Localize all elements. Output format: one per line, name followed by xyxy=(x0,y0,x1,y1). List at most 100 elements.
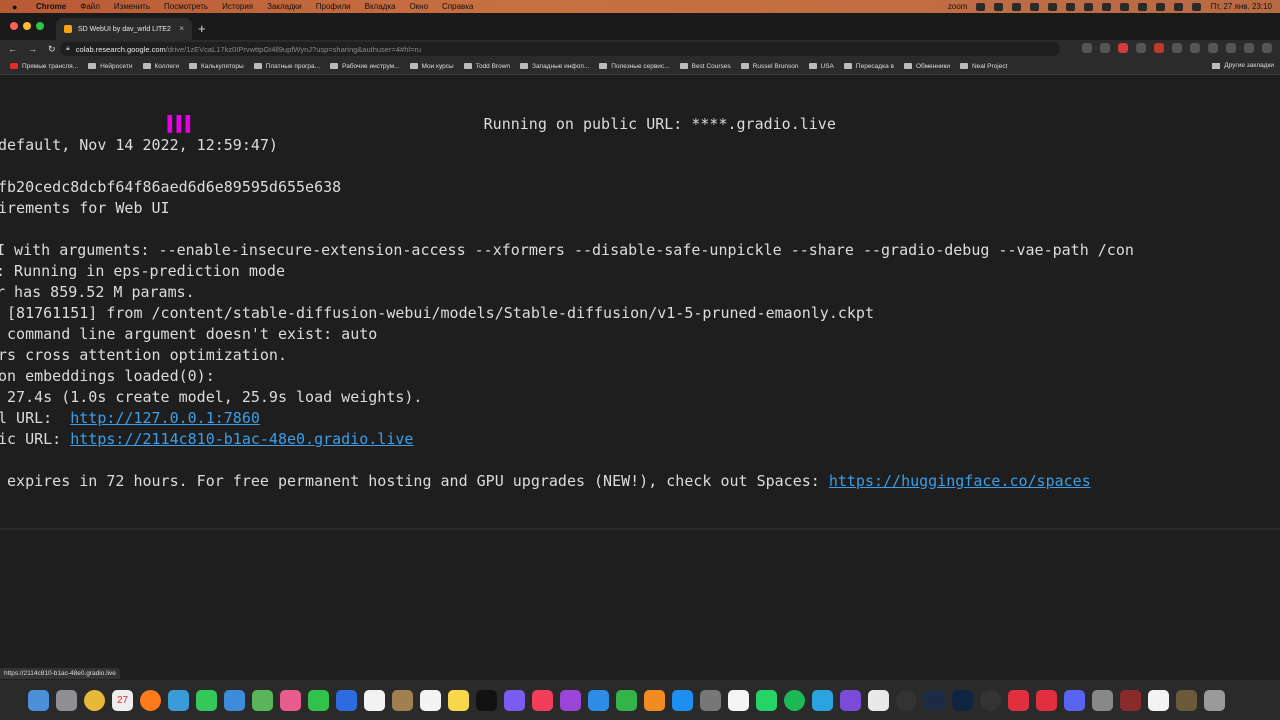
contacts-icon[interactable] xyxy=(392,689,413,711)
chatgpt-icon[interactable] xyxy=(1148,689,1169,711)
bookmark-folder[interactable]: Обменники xyxy=(903,63,950,70)
search-icon[interactable] xyxy=(1174,2,1184,11)
bookmark-folder[interactable]: Рабочие инструм... xyxy=(330,63,400,70)
menu-tab[interactable]: Вкладка xyxy=(365,2,396,11)
font-book-icon[interactable] xyxy=(1120,689,1141,711)
zoom-window-icon[interactable] xyxy=(36,22,44,30)
wifi-icon[interactable] xyxy=(1156,2,1166,11)
huggingface-spaces-link[interactable]: https://huggingface.co/spaces xyxy=(829,472,1091,490)
launchpad-icon[interactable] xyxy=(56,689,77,711)
script-editor-icon[interactable] xyxy=(868,689,889,711)
address-bar[interactable]: 🔒︎ colab.research.google.com /drive/1zEV… xyxy=(60,42,1060,56)
close-window-icon[interactable] xyxy=(10,22,18,30)
browser-tab-active[interactable]: SD WebUI by dav_wrld LITE2 × xyxy=(56,18,192,40)
status-icon[interactable] xyxy=(1138,2,1148,11)
podcasts-icon[interactable] xyxy=(560,689,581,711)
bookmark-folder[interactable]: Коллеги xyxy=(142,63,179,70)
numbers-icon[interactable] xyxy=(616,689,637,711)
bookmark-folder[interactable]: Neal Project xyxy=(959,63,1007,70)
app-store-icon[interactable] xyxy=(672,689,693,711)
bookmark-folder[interactable]: Best Courses xyxy=(679,63,731,70)
obsidian-icon[interactable] xyxy=(840,689,861,711)
menu-history[interactable]: История xyxy=(222,2,253,11)
extension-icon[interactable] xyxy=(1172,43,1182,53)
telegram-icon[interactable] xyxy=(812,689,833,711)
zoom-icon[interactable] xyxy=(336,689,357,711)
spotify-icon[interactable] xyxy=(784,689,805,711)
bookmark-folder[interactable]: Западные инфоп... xyxy=(520,63,589,70)
reminders-icon[interactable] xyxy=(420,689,441,711)
extension-icon[interactable] xyxy=(1154,43,1164,53)
calendar-icon[interactable]: 27 xyxy=(112,689,133,711)
app-icon[interactable] xyxy=(1036,689,1057,711)
calendar-app-icon[interactable] xyxy=(364,689,385,711)
status-icon[interactable] xyxy=(976,2,986,11)
finder-icon[interactable] xyxy=(28,689,49,711)
keynote-icon[interactable] xyxy=(588,689,609,711)
bookmark-item[interactable]: Прямые трансля... xyxy=(10,63,78,70)
share-icon[interactable] xyxy=(1082,43,1092,53)
status-icon[interactable] xyxy=(1120,2,1130,11)
discord-icon[interactable] xyxy=(1064,689,1085,711)
public-url-link[interactable]: https://2114c810-b1ac-48e0.gradio.live xyxy=(70,430,413,448)
status-icon[interactable] xyxy=(1066,2,1076,11)
status-icon[interactable] xyxy=(1012,2,1022,11)
menu-bookmarks[interactable]: Закладки xyxy=(267,2,302,11)
menu-file[interactable]: Файл xyxy=(80,2,100,11)
lightroom-icon[interactable] xyxy=(924,689,945,711)
notion-icon[interactable] xyxy=(728,689,749,711)
notes-icon[interactable] xyxy=(448,689,469,711)
photos-icon[interactable] xyxy=(280,689,301,711)
bookmark-folder[interactable]: Калькуляторы xyxy=(188,63,244,70)
apple-tv-icon[interactable] xyxy=(476,689,497,711)
forward-arrow-icon[interactable]: → xyxy=(28,44,40,54)
status-icon[interactable] xyxy=(1048,2,1058,11)
menu-window[interactable]: Окно xyxy=(409,2,428,11)
bookmark-star-icon[interactable] xyxy=(1100,43,1110,53)
lock-icon[interactable]: 🔒︎ xyxy=(66,45,70,53)
safari-icon[interactable] xyxy=(168,689,189,711)
menu-edit[interactable]: Изменить xyxy=(114,2,150,11)
trash-icon[interactable] xyxy=(1204,689,1225,711)
preview-icon[interactable] xyxy=(1176,689,1197,711)
mail-icon[interactable] xyxy=(224,689,245,711)
photoshop-icon[interactable] xyxy=(952,689,973,711)
close-tab-icon[interactable]: × xyxy=(179,24,184,33)
minimize-window-icon[interactable] xyxy=(23,22,31,30)
apple-icon[interactable]: ● xyxy=(12,2,22,12)
maps-icon[interactable] xyxy=(252,689,273,711)
activity-monitor-icon[interactable] xyxy=(896,689,917,711)
new-tab-button[interactable]: + xyxy=(198,21,206,36)
reload-icon[interactable]: ↻ xyxy=(48,44,60,55)
other-bookmarks[interactable]: Другие закладки xyxy=(1212,62,1274,69)
chrome-icon[interactable] xyxy=(84,689,105,711)
extensions-puzzle-icon[interactable] xyxy=(1208,43,1218,53)
menu-profiles[interactable]: Профили xyxy=(316,2,351,11)
extension-icon[interactable] xyxy=(1136,43,1146,53)
pages-icon[interactable] xyxy=(644,689,665,711)
back-arrow-icon[interactable]: ← xyxy=(8,44,20,54)
status-icon[interactable] xyxy=(1102,2,1112,11)
bookmark-folder[interactable]: USA xyxy=(808,63,834,70)
bookmark-folder[interactable]: Russel Brunson xyxy=(740,63,799,70)
firefox-icon[interactable] xyxy=(140,689,161,711)
bookmark-folder[interactable]: Пересадка в xyxy=(843,63,894,70)
messages-icon[interactable] xyxy=(196,689,217,711)
status-icon[interactable] xyxy=(1030,2,1040,11)
whatsapp-icon[interactable] xyxy=(756,689,777,711)
extension-icon[interactable] xyxy=(1190,43,1200,53)
sidebar-icon[interactable] xyxy=(1226,43,1236,53)
control-center-icon[interactable] xyxy=(1192,2,1202,11)
bookmark-folder[interactable]: Мои курсы xyxy=(409,63,454,70)
profile-avatar[interactable] xyxy=(1244,43,1254,53)
zoom-status-item[interactable]: zoom xyxy=(948,2,968,11)
messenger-icon[interactable] xyxy=(504,689,525,711)
bookmark-folder[interactable]: Платные програ... xyxy=(253,63,320,70)
menu-help[interactable]: Справка xyxy=(442,2,473,11)
status-icon[interactable] xyxy=(1084,2,1094,11)
chrome-menu-icon[interactable] xyxy=(1262,43,1272,53)
music-icon[interactable] xyxy=(532,689,553,711)
app-icon[interactable] xyxy=(1008,689,1029,711)
menu-view[interactable]: Посмотреть xyxy=(164,2,208,11)
bookmark-folder[interactable]: Полезные сервис... xyxy=(599,63,670,70)
